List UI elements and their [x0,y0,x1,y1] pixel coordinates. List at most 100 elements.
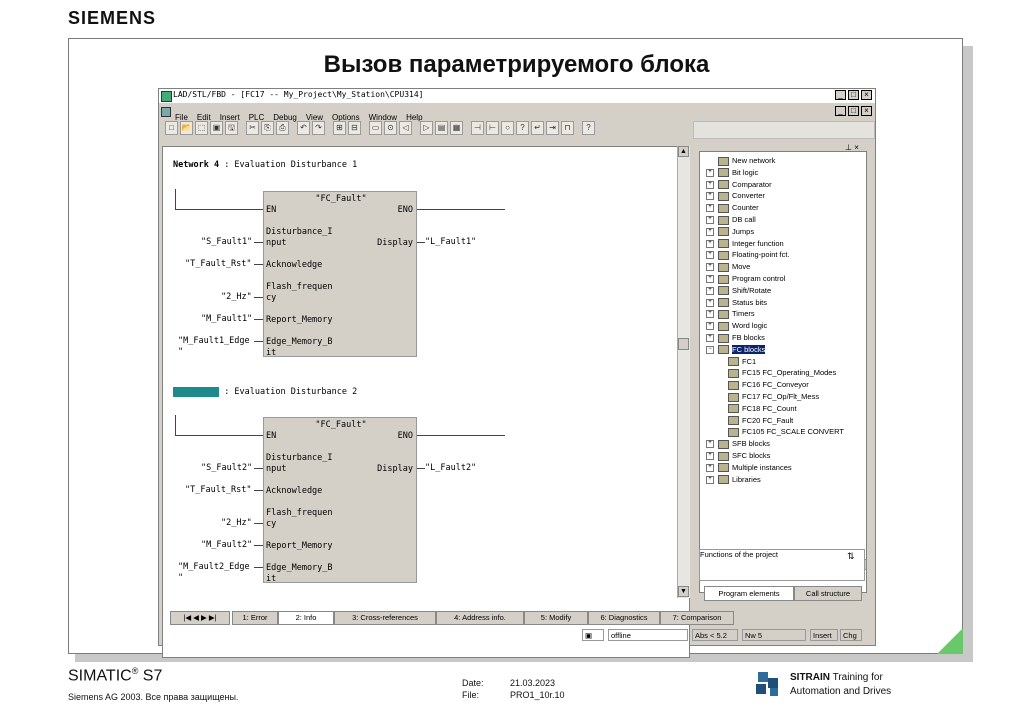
tab-program-elements[interactable]: Program elements [704,586,794,601]
catalog-item[interactable]: + Jumps [706,227,754,237]
network-label-selected[interactable]: Network 5 [173,387,220,397]
scroll-thumb[interactable] [678,338,689,350]
zoom-out-icon[interactable]: ⊟ [348,121,361,135]
fc-fault-block-1[interactable]: "FC_Fault" EN ENO Disturbance_I nput Dis… [263,191,417,358]
expand-icon[interactable]: + [706,440,714,449]
expand-icon[interactable]: + [706,475,714,484]
expand-icon[interactable]: + [706,204,714,213]
branch-open-icon[interactable]: ↵ [531,121,544,135]
download-icon[interactable]: ▣ [210,121,223,135]
expand-icon[interactable]: − [706,345,714,354]
bottom-tab-1[interactable]: 1: Error [232,611,278,625]
stop-icon[interactable]: ⊙ [384,121,397,135]
save-icon[interactable]: 🖫 [225,121,238,135]
expand-icon[interactable]: + [706,251,714,260]
open-icon[interactable]: 📂 [180,121,193,135]
bottom-tab-6[interactable]: 6: Diagnostics [588,611,660,625]
copy-icon[interactable]: ⎘ [261,121,274,135]
catalog-item[interactable]: − FC blocks [706,344,766,355]
scroll-down-icon[interactable]: ▼ [678,586,689,597]
expand-icon[interactable]: + [706,310,714,319]
catalog-item[interactable]: + FB blocks [706,333,765,343]
catalog-item[interactable]: + Integer function [706,239,784,249]
close-button[interactable]: × [861,90,872,100]
catalog-item[interactable]: + Floating-point fct. [706,250,790,260]
catalog-item[interactable]: + Shift/Rotate [706,286,771,296]
bottom-tab-3[interactable]: 3: Cross-references [334,611,436,625]
paste-icon[interactable]: ⎙ [276,121,289,135]
prev-icon[interactable]: ◁ [399,121,412,135]
catalog-item[interactable]: + Move [706,262,750,272]
catalog-item[interactable]: + Word logic [706,321,767,331]
contact-nc-icon[interactable]: ⊢ [486,121,499,135]
expand-icon[interactable]: + [706,227,714,236]
maximize-button[interactable]: □ [848,90,859,100]
catalog-item[interactable]: + Libraries [706,475,761,485]
minimize-button[interactable]: _ [835,90,846,100]
editor-scrollbar[interactable]: ▲ ▼ [677,146,690,598]
bottom-tab-4[interactable]: 4: Address info. [436,611,524,625]
catalog-item[interactable]: FC17 FC_Op/Flt_Mess [728,392,819,402]
expand-icon[interactable]: + [706,263,714,272]
expand-icon[interactable]: + [706,286,714,295]
coil-icon[interactable]: ○ [501,121,514,135]
zoom-in-icon[interactable]: ⊞ [333,121,346,135]
catalog-item[interactable]: + Multiple instances [706,463,792,473]
inner-close-button[interactable]: × [861,106,872,116]
catalog-item[interactable]: + Bit logic [706,168,758,178]
overview-icon[interactable]: ▤ [435,121,448,135]
sort-icon[interactable]: ⇅ [847,551,855,562]
bottom-tab-7[interactable]: 7: Comparison [660,611,734,625]
fc-fault-block-2[interactable]: "FC_Fault" EN ENO Disturbance_I nput Dis… [263,417,417,584]
catalog-tree[interactable]: New network + Bit logic + Comparator + Convert… [699,151,867,593]
catalog-item[interactable]: + Program control [706,274,785,284]
catalog-item[interactable]: + DB call [706,215,756,225]
expand-icon[interactable]: + [706,298,714,307]
expand-icon[interactable]: + [706,275,714,284]
branch-close-icon[interactable]: ⇥ [546,121,559,135]
catalog-item[interactable]: + Timers [706,309,755,319]
catalog-item[interactable]: + SFC blocks [706,451,770,461]
new-icon[interactable]: □ [165,121,178,135]
catalog-item[interactable]: FC1 [728,357,756,367]
catalog-item[interactable]: + Counter [706,203,759,213]
ladder-editor[interactable]: Network 4 : Evaluation Disturbance 1 "FC… [162,146,690,658]
tab-nav-icons[interactable]: |◀ ◀ ▶ ▶| [170,611,230,625]
branch-icon[interactable]: ⊓ [561,121,574,135]
expand-icon[interactable]: + [706,334,714,343]
catalog-item[interactable]: New network [706,156,775,166]
accessible-icon[interactable]: ⬚ [195,121,208,135]
catalog-item[interactable]: FC20 FC_Fault [728,416,793,426]
catalog-item[interactable]: + Status bits [706,298,767,308]
cut-icon[interactable]: ✂ [246,121,259,135]
catalog-item[interactable]: FC105 FC_SCALE CONVERT [728,427,844,437]
bottom-tab-2[interactable]: 2: Info [278,611,334,625]
catalog-item[interactable]: + SFB blocks [706,439,770,449]
inner-restore-button[interactable]: □ [848,106,859,116]
catalog-item[interactable]: + Comparator [706,180,772,190]
catalog-item[interactable]: FC15 FC_Operating_Modes [728,368,836,378]
expand-icon[interactable]: + [706,180,714,189]
contact-no-icon[interactable]: ⊣ [471,121,484,135]
catalog-item[interactable]: FC18 FC_Count [728,404,797,414]
monitor-icon[interactable]: ▭ [369,121,382,135]
expand-icon[interactable]: + [706,192,714,201]
scroll-up-icon[interactable]: ▲ [678,146,689,157]
next-icon[interactable]: ▷ [420,121,433,135]
expand-icon[interactable]: + [706,452,714,461]
bottom-tab-5[interactable]: 5: Modify [524,611,588,625]
catalog-item[interactable]: + Converter [706,191,765,201]
tab-call-structure[interactable]: Call structure [794,586,862,601]
expand-icon[interactable]: + [706,168,714,177]
details-icon[interactable]: ▦ [450,121,463,135]
inner-minimize-button[interactable]: _ [835,106,846,116]
box-icon[interactable]: ? [516,121,529,135]
catalog-item[interactable]: FC16 FC_Conveyor [728,380,809,390]
expand-icon[interactable]: + [706,239,714,248]
expand-icon[interactable]: + [706,322,714,331]
expand-icon[interactable]: + [706,463,714,472]
undo-icon[interactable]: ↶ [297,121,310,135]
expand-icon[interactable]: + [706,216,714,225]
help-icon[interactable]: ? [582,121,595,135]
redo-icon[interactable]: ↷ [312,121,325,135]
